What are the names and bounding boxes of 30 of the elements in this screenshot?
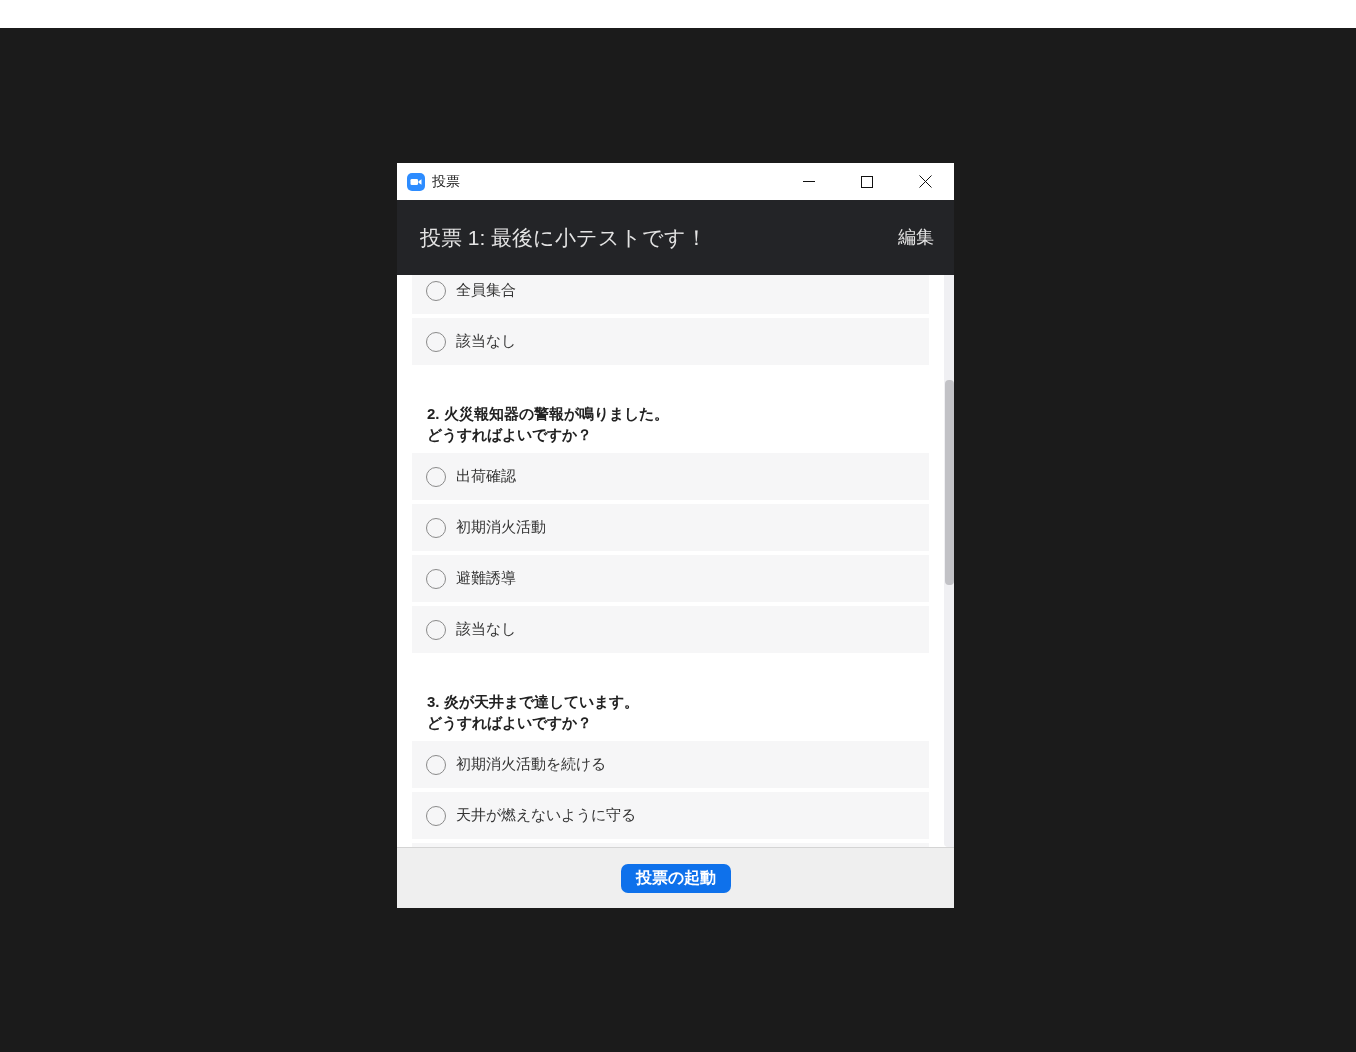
maximize-icon <box>861 175 873 188</box>
option-label: 初期消火活動を続ける <box>456 754 606 775</box>
question-text-line: どうすればよいですか？ <box>427 425 592 445</box>
answer-option[interactable]: 出荷確認 <box>412 453 929 500</box>
option-label: 初期消火活動 <box>456 517 546 538</box>
option-label: 出荷確認 <box>456 466 516 487</box>
minimize-icon <box>803 181 815 182</box>
scrollbar-track[interactable] <box>944 275 954 847</box>
launch-poll-button[interactable]: 投票の起動 <box>620 863 731 893</box>
answer-option[interactable]: 全員集合 <box>412 275 929 314</box>
window-title: 投票 <box>432 172 461 191</box>
option-label: 避難誘導 <box>456 568 516 589</box>
answer-option[interactable]: 該当なし <box>412 318 929 365</box>
question-text-line: どうすればよいですか？ <box>427 713 592 733</box>
answer-option[interactable]: 天井が燃えないように守る <box>412 792 929 839</box>
option-label: 天井が燃えないように守る <box>456 805 636 826</box>
answer-option[interactable]: 初期消火活動を続ける <box>412 741 929 788</box>
option-label: 全員集合 <box>456 280 516 301</box>
question-text-line: 3. 炎が天井まで達しています。 <box>427 692 639 712</box>
question-text-line: 2. 火災報知器の警報が鳴りました。 <box>427 404 669 424</box>
poll-title: 投票 1: 最後に小テストです！ <box>420 224 709 251</box>
edit-link[interactable]: 編集 <box>898 224 934 251</box>
option-label: 該当なし <box>456 619 516 640</box>
option-label: 該当なし <box>456 331 516 352</box>
answer-option[interactable]: 該当なし <box>412 606 929 653</box>
close-icon <box>918 175 932 188</box>
scrollbar-thumb[interactable] <box>945 380 954 585</box>
video-camera-icon <box>407 172 425 191</box>
answer-option[interactable]: 初期消火活動 <box>412 504 929 551</box>
answer-option[interactable]: 避難誘導 <box>412 555 929 602</box>
